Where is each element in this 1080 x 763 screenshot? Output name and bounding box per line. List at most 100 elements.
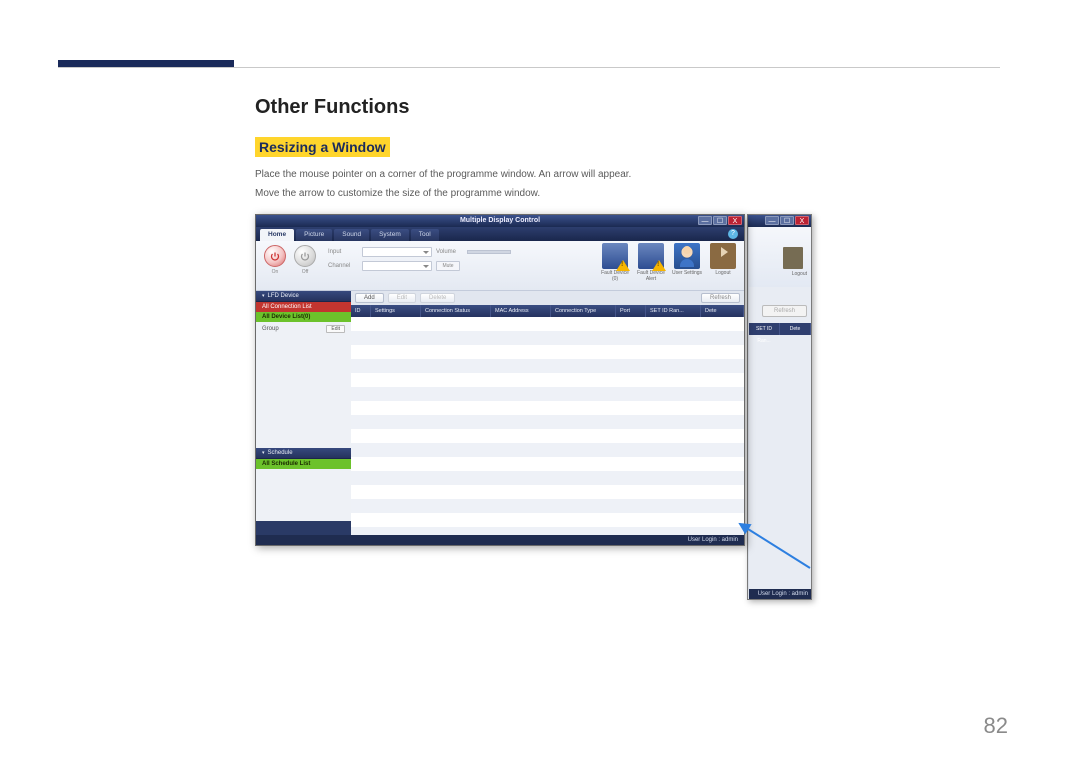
- input-controls: Input Volume Channel Mute: [328, 247, 511, 275]
- fault-alert-label: Fault Device Alert: [636, 271, 666, 282]
- delete-button[interactable]: Delete: [420, 293, 455, 303]
- table-row: [351, 499, 744, 513]
- bg-col-setid[interactable]: SET ID Ran...: [749, 323, 780, 335]
- table-row: [351, 485, 744, 499]
- sidebar-all-connection[interactable]: All Connection List: [256, 302, 351, 312]
- logout-button[interactable]: Logout: [708, 243, 738, 287]
- table-row: [351, 345, 744, 359]
- table-row: [351, 415, 744, 429]
- sidebar-group-row[interactable]: Group Edit: [256, 322, 351, 336]
- tab-tool[interactable]: Tool: [411, 229, 439, 241]
- edit-button[interactable]: Edit: [388, 293, 416, 303]
- bg-maximize-button[interactable]: ☐: [780, 216, 794, 225]
- page-heading: Other Functions: [255, 96, 1000, 119]
- background-window: — ☐ X Logout Refresh SET ID Ran... Dete …: [747, 214, 812, 600]
- instruction-1: Place the mouse pointer on a corner of t…: [255, 167, 1000, 183]
- table-row: [351, 513, 744, 527]
- tab-system[interactable]: System: [371, 229, 409, 241]
- titlebar[interactable]: Multiple Display Control — ☐ X: [256, 215, 744, 227]
- close-button[interactable]: X: [728, 216, 742, 225]
- col-settings[interactable]: Settings: [371, 305, 421, 317]
- input-label: Input: [328, 249, 358, 255]
- power-on-label: On: [262, 269, 288, 275]
- sidebar-all-device[interactable]: All Device List(0): [256, 312, 351, 322]
- power-off-label: Off: [292, 269, 318, 275]
- fault-device-button[interactable]: Fault Device (0): [600, 243, 630, 287]
- user-settings-button[interactable]: User Settings: [672, 243, 702, 287]
- chevron-down-icon: ▾: [262, 293, 265, 299]
- bg-close-button[interactable]: X: [795, 216, 809, 225]
- logout-label: Logout: [708, 271, 738, 277]
- bg-minimize-button[interactable]: —: [765, 216, 779, 225]
- sidebar-lfd-label: LFD Device: [268, 293, 299, 299]
- section-heading: Resizing a Window: [255, 137, 390, 157]
- sidebar-all-schedule[interactable]: All Schedule List: [256, 459, 351, 469]
- screenshot: — ☐ X Logout Refresh SET ID Ran... Dete …: [255, 214, 812, 600]
- volume-label: Volume: [436, 249, 464, 255]
- bg-grid-header: SET ID Ran... Dete: [749, 323, 811, 335]
- col-id[interactable]: ID: [351, 305, 371, 317]
- bg-logout-label: Logout: [792, 271, 807, 277]
- col-dete[interactable]: Dete: [701, 305, 744, 317]
- tab-bar: Home Picture Sound System Tool: [256, 227, 744, 241]
- monitor-alert-icon: [638, 243, 664, 269]
- grid-toolbar: Add Edit Delete Refresh: [351, 291, 744, 305]
- volume-slider[interactable]: [467, 250, 511, 254]
- add-button[interactable]: Add: [355, 293, 384, 303]
- icon-bar: Fault Device (0) Fault Device Alert User…: [600, 243, 738, 287]
- header-rule: [58, 67, 1000, 68]
- grid-header: ID Settings Connection Status MAC Addres…: [351, 305, 744, 317]
- bg-col-dete[interactable]: Dete: [780, 323, 811, 335]
- power-off-icon: [299, 251, 311, 263]
- fault-device-alert-button[interactable]: Fault Device Alert: [636, 243, 666, 287]
- channel-select[interactable]: [362, 261, 432, 271]
- tab-home[interactable]: Home: [260, 229, 294, 241]
- mute-button[interactable]: Mute: [436, 261, 460, 271]
- bg-status-bar: User Login : admin: [749, 589, 811, 599]
- grid-body[interactable]: [351, 317, 744, 535]
- table-row: [351, 401, 744, 415]
- sidebar-schedule-header[interactable]: ▾Schedule: [256, 448, 351, 459]
- channel-label: Channel: [328, 263, 358, 269]
- table-row: [351, 387, 744, 401]
- table-row: [351, 317, 744, 331]
- refresh-button[interactable]: Refresh: [701, 293, 740, 303]
- window-title: Multiple Display Control: [256, 215, 744, 227]
- col-setid[interactable]: SET ID Ran...: [646, 305, 701, 317]
- maximize-button[interactable]: ☐: [713, 216, 727, 225]
- sidebar: ▾LFD Device All Connection List All Devi…: [256, 291, 351, 535]
- minimize-button[interactable]: —: [698, 216, 712, 225]
- table-row: [351, 457, 744, 471]
- power-on-button[interactable]: On: [262, 245, 288, 283]
- col-conn-type[interactable]: Connection Type: [551, 305, 616, 317]
- tab-sound[interactable]: Sound: [334, 229, 369, 241]
- main-window: Multiple Display Control — ☐ X Home Pict…: [255, 214, 745, 546]
- sidebar-lfd-header[interactable]: ▾LFD Device: [256, 291, 351, 302]
- sidebar-edit-button[interactable]: Edit: [326, 325, 345, 333]
- fault-device-label: Fault Device (0): [600, 271, 630, 282]
- monitor-warning-icon: [602, 243, 628, 269]
- col-conn-status[interactable]: Connection Status: [421, 305, 491, 317]
- chevron-down-icon: ▾: [262, 450, 265, 456]
- col-port[interactable]: Port: [616, 305, 646, 317]
- input-select[interactable]: [362, 247, 432, 257]
- sidebar-group-label: Group: [262, 326, 279, 332]
- tab-picture[interactable]: Picture: [296, 229, 332, 241]
- help-button[interactable]: ?: [728, 229, 738, 239]
- header-accent: [58, 60, 234, 67]
- bg-refresh-button[interactable]: Refresh: [762, 305, 807, 317]
- instruction-2: Move the arrow to customize the size of …: [255, 186, 1000, 202]
- table-row: [351, 331, 744, 345]
- power-off-button[interactable]: Off: [292, 245, 318, 283]
- sidebar-schedule-label: Schedule: [268, 450, 293, 456]
- user-icon: [674, 243, 700, 269]
- table-row: [351, 443, 744, 457]
- bg-logout-icon[interactable]: [783, 247, 803, 269]
- power-icon: [269, 251, 281, 263]
- sidebar-fill: [256, 336, 351, 448]
- table-row: [351, 471, 744, 485]
- status-bar: User Login : admin: [256, 535, 744, 545]
- door-exit-icon: [710, 243, 736, 269]
- col-mac[interactable]: MAC Address: [491, 305, 551, 317]
- table-row: [351, 429, 744, 443]
